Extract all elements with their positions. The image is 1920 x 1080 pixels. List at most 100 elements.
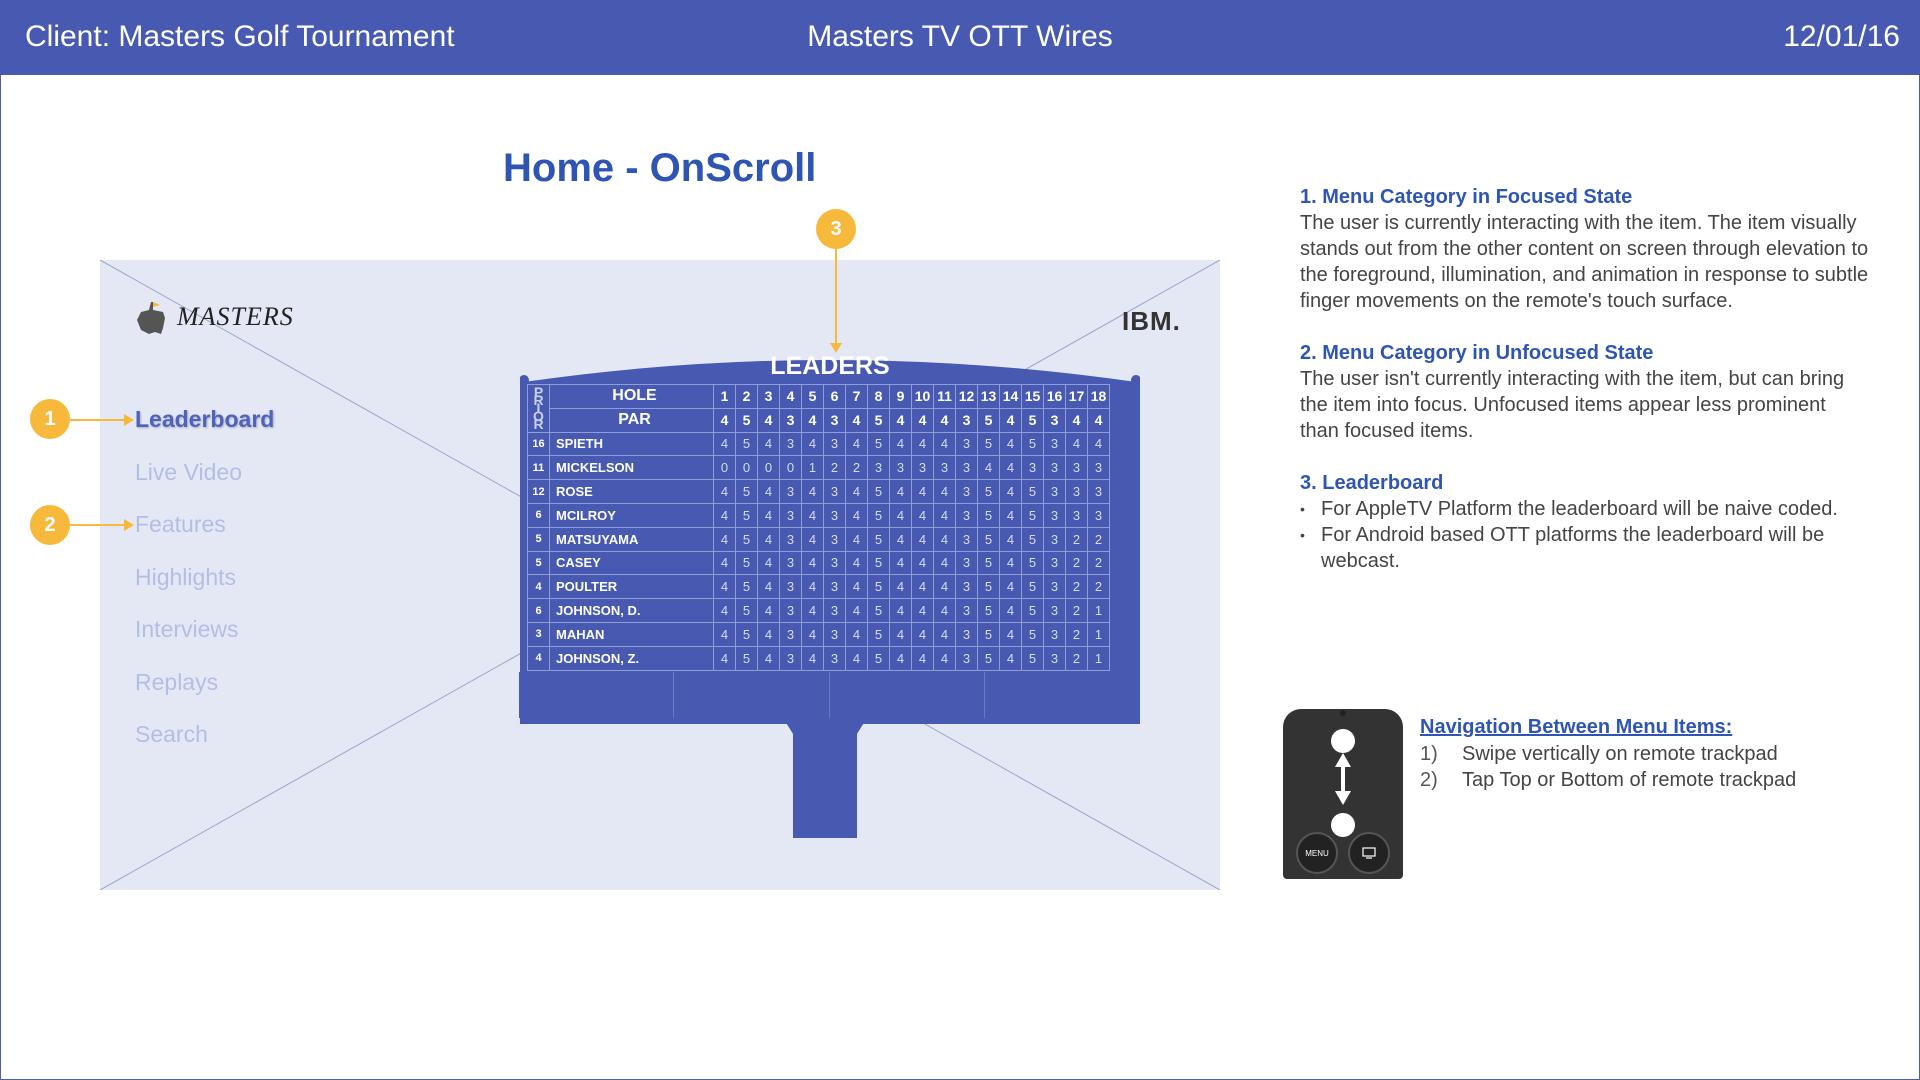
menu-item-leaderboard[interactable]: Leaderboard bbox=[135, 406, 274, 433]
score-cell: 5 bbox=[735, 431, 758, 457]
score-cell: 4 bbox=[713, 550, 736, 576]
score-cell: 4 bbox=[845, 502, 868, 528]
score-cell: 5 bbox=[1021, 479, 1044, 504]
score-cell: 2 bbox=[1065, 574, 1088, 600]
score-cell: 3 bbox=[1087, 479, 1110, 504]
note-unfocused-state: 2. Menu Category in Unfocused State The … bbox=[1300, 340, 1870, 444]
player-name: POULTER bbox=[549, 574, 714, 600]
score-cell: 4 bbox=[933, 526, 956, 552]
prior-value: 5 bbox=[527, 550, 550, 576]
callout-1-arrow-icon bbox=[124, 414, 134, 426]
menu-item-features[interactable]: Features bbox=[135, 511, 226, 538]
prior-value: 4 bbox=[527, 574, 550, 600]
hole-number: 11 bbox=[933, 384, 956, 409]
hole-number: 4 bbox=[779, 384, 802, 409]
annotation-notes: 1. Menu Category in Focused State The us… bbox=[1300, 184, 1870, 600]
score-cell: 5 bbox=[1021, 598, 1044, 623]
score-cell: 3 bbox=[933, 455, 956, 481]
score-cell: 4 bbox=[713, 645, 736, 671]
score-cell: 1 bbox=[1087, 645, 1110, 671]
score-cell: 3 bbox=[955, 621, 978, 647]
score-cell: 4 bbox=[757, 598, 780, 623]
leaderboard-table[interactable]: P R I O R HOLE 1 2 3 4 5 6 7 8 9 10 11 12 13 14 15 16 17 18 PAR 4… bbox=[527, 384, 1110, 671]
arrow-down-icon bbox=[1335, 791, 1351, 805]
score-cell: 4 bbox=[933, 598, 956, 623]
score-cell: 5 bbox=[735, 574, 758, 600]
note-title: 1. Menu Category in Focused State bbox=[1300, 186, 1633, 208]
score-cell: 3 bbox=[1043, 621, 1066, 647]
table-row: 16 SPIETH 4 5 4 3 4 3 4 5 4 4 4 3 5 4 5 3 4 4 bbox=[527, 431, 1110, 457]
navigation-steps: 1) Swipe vertically on remote trackpad 2)… bbox=[1420, 741, 1796, 793]
note-body: The user is currently interacting with t… bbox=[1300, 212, 1869, 312]
score-cell: 4 bbox=[845, 550, 868, 576]
score-cell: 3 bbox=[1021, 455, 1044, 481]
hole-number: 2 bbox=[735, 384, 758, 409]
score-cell: 4 bbox=[713, 598, 736, 623]
menu-item-interviews[interactable]: Interviews bbox=[135, 616, 239, 643]
menu-item-search[interactable]: Search bbox=[135, 721, 208, 748]
table-row: 3 MAHAN 4 5 4 3 4 3 4 5 4 4 4 3 5 4 5 3 2 1 bbox=[527, 621, 1110, 647]
score-cell: 3 bbox=[823, 526, 846, 552]
menu-item-live-video[interactable]: Live Video bbox=[135, 459, 242, 486]
score-cell: 3 bbox=[823, 550, 846, 576]
arrow-up-icon bbox=[1335, 753, 1351, 767]
hole-number: 12 bbox=[955, 384, 978, 409]
leaderboard-bottom-panel bbox=[519, 672, 1139, 718]
score-cell: 4 bbox=[911, 598, 934, 623]
prior-value: 4 bbox=[527, 645, 550, 671]
note-bullets: For AppleTV Platform the leaderboard wil… bbox=[1300, 496, 1870, 574]
score-cell: 5 bbox=[977, 621, 1000, 647]
menu-item-highlights[interactable]: Highlights bbox=[135, 564, 236, 591]
par-label: PAR bbox=[549, 407, 714, 433]
callout-2-line bbox=[70, 524, 130, 526]
prior-value: 3 bbox=[527, 621, 550, 647]
par-value: 5 bbox=[735, 407, 758, 433]
score-cell: 4 bbox=[999, 431, 1022, 457]
callout-2: 2 bbox=[30, 505, 70, 545]
score-cell: 3 bbox=[955, 645, 978, 671]
score-cell: 4 bbox=[977, 455, 1000, 481]
score-cell: 2 bbox=[845, 455, 868, 481]
score-cell: 2 bbox=[1087, 526, 1110, 552]
score-cell: 3 bbox=[1065, 479, 1088, 504]
masters-wordmark: MASTERS bbox=[177, 302, 294, 331]
par-value: 5 bbox=[1021, 407, 1044, 433]
leaderboard-title: LEADERS bbox=[770, 352, 890, 380]
score-cell: 3 bbox=[1043, 455, 1066, 481]
score-cell: 3 bbox=[911, 455, 934, 481]
score-cell: 4 bbox=[911, 479, 934, 504]
score-cell: 4 bbox=[911, 645, 934, 671]
score-cell: 3 bbox=[779, 479, 802, 504]
hole-number: 5 bbox=[801, 384, 824, 409]
score-cell: 4 bbox=[889, 550, 912, 576]
trackpad-bottom-dot-icon bbox=[1331, 813, 1355, 837]
player-name: SPIETH bbox=[549, 431, 714, 457]
score-cell: 4 bbox=[845, 621, 868, 647]
score-cell: 4 bbox=[999, 621, 1022, 647]
par-value: 5 bbox=[977, 407, 1000, 433]
par-value: 3 bbox=[955, 407, 978, 433]
score-cell: 4 bbox=[801, 598, 824, 623]
hole-label: HOLE bbox=[549, 384, 714, 409]
score-cell: 3 bbox=[955, 526, 978, 552]
score-cell: 4 bbox=[911, 621, 934, 647]
score-cell: 5 bbox=[977, 574, 1000, 600]
score-cell: 4 bbox=[845, 645, 868, 671]
menu-item-replays[interactable]: Replays bbox=[135, 669, 218, 696]
hole-number: 6 bbox=[823, 384, 846, 409]
header-bar: Client: Masters Golf Tournament Masters … bbox=[0, 0, 1920, 75]
hole-number: 9 bbox=[889, 384, 912, 409]
score-cell: 4 bbox=[713, 526, 736, 552]
par-value: 4 bbox=[999, 407, 1022, 433]
score-cell: 5 bbox=[735, 479, 758, 504]
score-cell: 5 bbox=[977, 479, 1000, 504]
prior-value: 11 bbox=[527, 455, 550, 481]
prior-label: PRIOR bbox=[527, 384, 550, 433]
score-cell: 5 bbox=[1021, 574, 1044, 600]
score-cell: 4 bbox=[933, 645, 956, 671]
score-cell: 3 bbox=[779, 502, 802, 528]
score-cell: 5 bbox=[867, 431, 890, 457]
score-cell: 3 bbox=[823, 598, 846, 623]
score-cell: 3 bbox=[779, 526, 802, 552]
page-title: Home - OnScroll bbox=[503, 146, 817, 190]
